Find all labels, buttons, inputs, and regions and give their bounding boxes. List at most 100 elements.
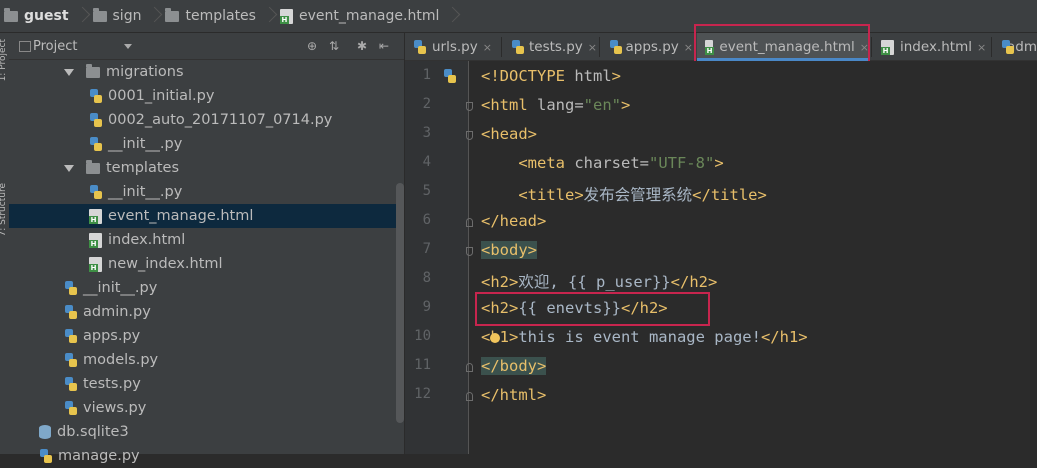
- tree-item-label: __init__.py: [83, 280, 158, 296]
- tree-item[interactable]: 0001_initial.py: [9, 84, 396, 108]
- folder-icon: [86, 63, 100, 78]
- folder-icon: [4, 7, 18, 22]
- breadcrumb-item-file[interactable]: event_manage.html: [279, 0, 463, 33]
- code-token: <title>: [518, 186, 584, 204]
- code-token: <html: [481, 96, 537, 114]
- lightbulb-icon[interactable]: [490, 333, 500, 343]
- tree-item[interactable]: index.html: [9, 228, 396, 252]
- code-token: <!DOCTYPE: [481, 67, 575, 85]
- locate-icon[interactable]: ⊕: [307, 39, 317, 53]
- fold-marker-icon[interactable]: [466, 131, 473, 140]
- breadcrumb-label: event_manage.html: [298, 8, 440, 24]
- tree-item[interactable]: models.py: [9, 348, 396, 372]
- fold-marker-icon[interactable]: [466, 102, 473, 111]
- tree-item-label: new_index.html: [108, 256, 223, 272]
- code-line[interactable]: <h2>欢迎, {{ p_user}}</h2>: [481, 270, 717, 292]
- code-line[interactable]: <title>发布会管理系统</title>: [481, 183, 767, 205]
- code-token: <meta: [518, 154, 575, 172]
- breadcrumb-separator: [264, 3, 274, 29]
- code-line[interactable]: <meta charset="UTF-8">: [481, 154, 724, 172]
- gear-icon[interactable]: ✱: [357, 39, 367, 53]
- editor-tab[interactable]: apps.py ×: [601, 33, 693, 61]
- project-scrollbar[interactable]: [396, 183, 404, 423]
- line-number: 9: [422, 299, 431, 315]
- chevron-down-icon[interactable]: [64, 164, 74, 172]
- editor-gutter: 1 2 3 4 5 6 7 8 9 10 11 12: [405, 61, 469, 454]
- hide-panel-icon[interactable]: ⇤: [379, 39, 389, 53]
- tree-item[interactable]: views.py: [9, 396, 396, 420]
- editor-tab[interactable]: urls.py ×: [405, 33, 499, 61]
- fold-marker-icon[interactable]: [466, 218, 473, 227]
- line-number: 6: [422, 212, 431, 228]
- tree-item[interactable]: event_manage.html: [9, 204, 396, 228]
- editor-tab[interactable]: tests.py ×: [503, 33, 597, 61]
- fold-marker-icon[interactable]: [466, 392, 473, 401]
- tree-item[interactable]: manage.py: [9, 444, 396, 468]
- code-line[interactable]: <!DOCTYPE html>: [481, 67, 621, 85]
- python-file-icon: [89, 184, 102, 200]
- structure-tool-button[interactable]: 7: Structure: [0, 183, 8, 237]
- code-line[interactable]: </html>: [481, 386, 546, 404]
- code-line[interactable]: <body>: [481, 241, 537, 259]
- tree-item[interactable]: __init__.py: [9, 132, 396, 156]
- code-token: >: [611, 67, 621, 85]
- code-line[interactable]: </head>: [481, 212, 546, 230]
- breadcrumb-item-templates[interactable]: templates: [165, 0, 280, 33]
- close-icon[interactable]: ×: [977, 41, 986, 54]
- line-number: 8: [422, 270, 431, 286]
- line-number: 12: [414, 386, 431, 402]
- breadcrumb-separator: [149, 3, 159, 29]
- chevron-down-icon[interactable]: [124, 44, 132, 49]
- navigation-breadcrumb: guest sign templates event_manage.html: [0, 0, 1037, 33]
- tree-item[interactable]: tests.py: [9, 372, 396, 396]
- folder-icon: [165, 7, 180, 22]
- tree-item[interactable]: __init__.py: [9, 276, 396, 300]
- collapse-all-icon[interactable]: ⇅: [329, 39, 339, 53]
- editor-tab[interactable]: index.html ×: [873, 33, 989, 61]
- code-token: </h1>: [760, 328, 808, 346]
- code-line[interactable]: <html lang="en">: [481, 96, 630, 114]
- tree-item[interactable]: templates: [9, 156, 396, 180]
- chevron-down-icon[interactable]: [64, 68, 74, 76]
- tree-item-label: db.sqlite3: [57, 424, 129, 440]
- python-file-icon: [64, 352, 77, 368]
- code-editor[interactable]: <!DOCTYPE html> <html lang="en"> <head> <m…: [469, 61, 1037, 454]
- code-token: <head>: [481, 125, 537, 143]
- close-icon[interactable]: ×: [588, 41, 597, 54]
- editor-tab[interactable]: adm: [993, 33, 1037, 61]
- tree-item-label: manage.py: [58, 448, 140, 464]
- code-token: </body>: [481, 357, 547, 375]
- tree-item[interactable]: 0002_auto_20171107_0714.py: [9, 108, 396, 132]
- html-file-icon: [89, 256, 102, 272]
- tree-item[interactable]: new_index.html: [9, 252, 396, 276]
- html-file-icon: [881, 39, 894, 55]
- code-token: >: [714, 154, 724, 172]
- tree-item[interactable]: apps.py: [9, 324, 396, 348]
- tree-item[interactable]: migrations: [9, 60, 396, 84]
- code-token: 欢迎, {{ p_user}}: [518, 273, 671, 291]
- fold-marker-icon[interactable]: [466, 363, 473, 372]
- annotation-box-tab: [694, 24, 870, 66]
- code-line[interactable]: <h1>this is event manage page!</h1>: [481, 328, 808, 346]
- code-line[interactable]: </body>: [481, 357, 547, 375]
- project-view-selector[interactable]: Project: [33, 39, 77, 54]
- tree-item-label: index.html: [108, 232, 186, 248]
- breadcrumb-item-guest[interactable]: guest: [4, 0, 93, 33]
- tree-item-label: event_manage.html: [108, 208, 254, 224]
- python-file-icon: [89, 112, 102, 128]
- close-icon[interactable]: ×: [684, 41, 693, 54]
- file-type-icon: [443, 69, 456, 84]
- project-tool-button[interactable]: 1: Project: [0, 39, 8, 81]
- code-line[interactable]: <head>: [481, 125, 537, 143]
- tree-item[interactable]: db.sqlite3: [9, 420, 396, 444]
- close-icon[interactable]: ×: [483, 41, 492, 54]
- code-token: </h2>: [670, 273, 718, 291]
- tree-item[interactable]: __init__.py: [9, 180, 396, 204]
- tree-item[interactable]: admin.py: [9, 300, 396, 324]
- breadcrumb-item-sign[interactable]: sign: [92, 0, 166, 33]
- code-token: "UTF-8": [648, 154, 715, 172]
- html-file-icon: [89, 232, 102, 248]
- fold-marker-icon[interactable]: [466, 247, 473, 256]
- code-token: lang=: [537, 96, 584, 114]
- tree-item-label: templates: [106, 160, 180, 176]
